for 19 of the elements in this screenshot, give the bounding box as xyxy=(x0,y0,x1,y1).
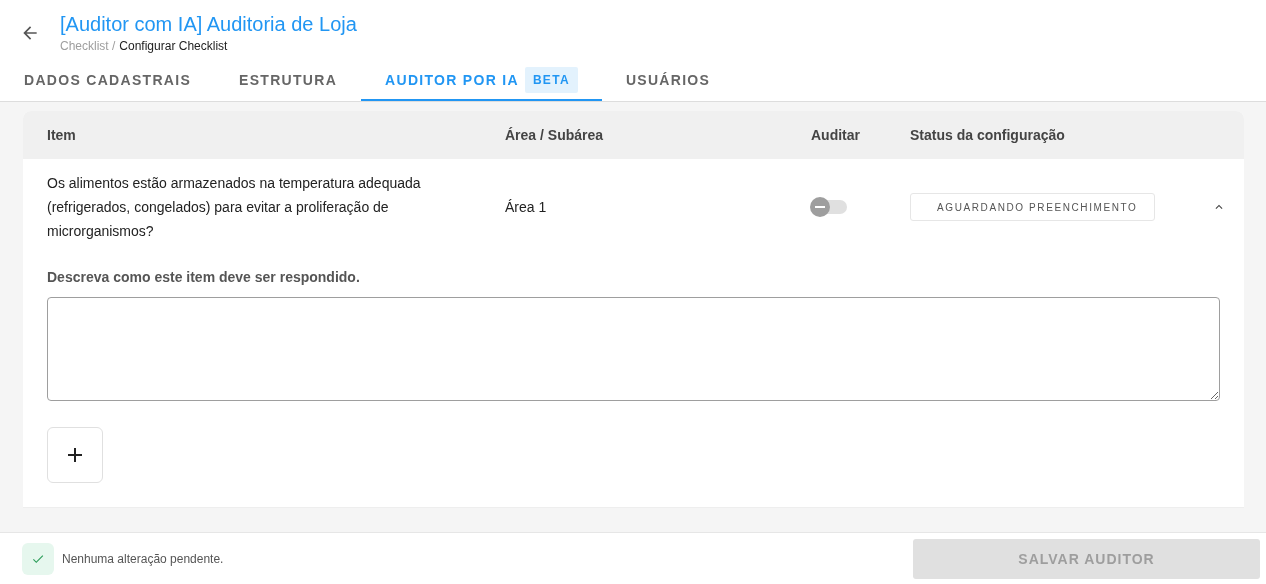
column-header: Status da configuração xyxy=(910,126,1066,145)
description-field[interactable] xyxy=(47,297,1220,401)
tab[interactable]: ESTRUTURA xyxy=(215,60,362,101)
tab[interactable]: DADOS CADASTRAIS xyxy=(0,60,216,101)
column-header: Área / Subárea xyxy=(505,126,605,145)
column-header: Auditar xyxy=(811,126,861,145)
area-cell-text: Área 1 xyxy=(505,198,548,217)
plus-icon xyxy=(66,446,84,464)
check-icon xyxy=(22,542,54,575)
tab[interactable]: USUÁRIOS xyxy=(601,60,735,101)
minus-icon xyxy=(815,206,825,208)
breadcrumb-item: Configurar Checklist xyxy=(119,39,228,53)
page-title: [Auditor com IA] Auditoria de Loja xyxy=(60,13,357,36)
status-chip: AGUARDANDO PREENCHIMENTO xyxy=(910,193,1155,221)
description-label: Descreva como este item deve ser respondido. xyxy=(47,269,361,285)
item-cell-text: Os alimentos estão armazenados na temperatura adequada (refrigerados, congelados) para evitar a proliferação de microrganismos? xyxy=(47,174,422,241)
column-header: Item xyxy=(47,126,77,145)
status-message: Nenhuma alteração pendente. xyxy=(62,551,225,566)
beta-badge: BETA xyxy=(524,66,578,93)
